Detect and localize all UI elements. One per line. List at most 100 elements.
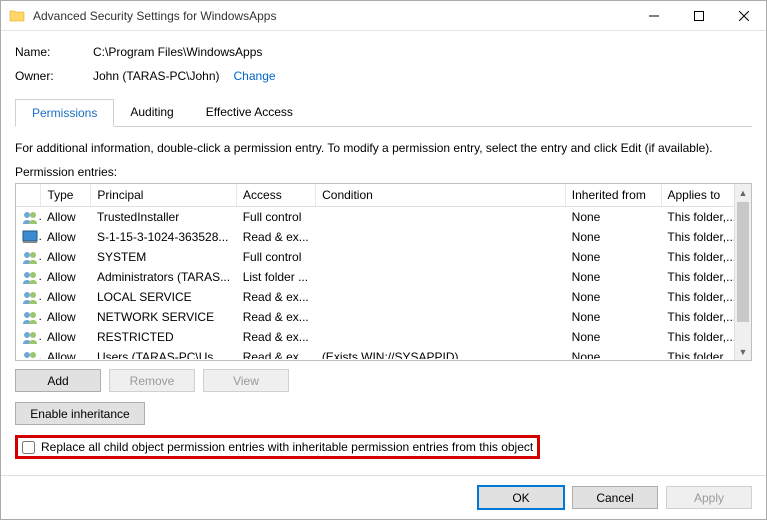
table-row[interactable]: AllowLOCAL SERVICERead & ex...NoneThis f… [16,287,751,307]
cell-inherited: None [566,247,662,267]
cell-type: Allow [41,347,91,359]
grid-header-row: Type Principal Access Condition Inherite… [16,184,751,207]
tab-effective-access[interactable]: Effective Access [190,99,309,126]
cell-condition [316,327,566,347]
dialog-footer: OK Cancel Apply [1,475,766,519]
table-row[interactable]: AllowUsers (TARAS-PC\Users)Read & ex...(… [16,347,751,359]
cancel-button[interactable]: Cancel [572,486,658,509]
cell-principal: Administrators (TARAS... [91,267,237,287]
cell-inherited: None [566,327,662,347]
cell-inherited: None [566,287,662,307]
cell-access: Full control [237,207,316,227]
change-owner-link[interactable]: Change [234,69,276,83]
cell-inherited: None [566,207,662,227]
col-condition-header[interactable]: Condition [316,184,566,207]
col-inherited-header[interactable]: Inherited from [565,184,661,207]
col-type-header[interactable]: Type [41,184,91,207]
cell-condition: (Exists WIN://SYSAPPID) [316,347,566,359]
cell-principal: SYSTEM [91,247,237,267]
window-title: Advanced Security Settings for WindowsAp… [33,9,631,23]
cell-access: Full control [237,247,316,267]
scroll-down-icon[interactable]: ▼ [735,343,751,360]
enable-inheritance-row: Enable inheritance [15,402,752,425]
col-principal-header[interactable]: Principal [91,184,237,207]
replace-entries-label[interactable]: Replace all child object permission entr… [41,440,533,454]
table-row[interactable]: AllowTrustedInstallerFull controlNoneThi… [16,207,751,227]
principal-group-icon [22,309,38,325]
table-row[interactable]: AllowRESTRICTEDRead & ex...NoneThis fold… [16,327,751,347]
scroll-up-icon[interactable]: ▲ [735,184,751,201]
permission-grid[interactable]: Type Principal Access Condition Inherite… [15,183,752,361]
name-row: Name: C:\Program Files\WindowsApps [15,45,752,59]
cell-type: Allow [41,227,91,247]
hint-text: For additional information, double-click… [15,141,752,155]
titlebar: Advanced Security Settings for WindowsAp… [1,1,766,31]
remove-button[interactable]: Remove [109,369,195,392]
add-button[interactable]: Add [15,369,101,392]
minimize-button[interactable] [631,1,676,30]
table-row[interactable]: AllowNETWORK SERVICERead & ex...NoneThis… [16,307,751,327]
cell-type: Allow [41,307,91,327]
cell-principal: TrustedInstaller [91,207,237,227]
table-row[interactable]: AllowAdministrators (TARAS...List folder… [16,267,751,287]
cell-access: Read & ex... [237,307,316,327]
entry-buttons-row: Add Remove View [15,369,752,392]
cell-condition [316,227,566,247]
name-value: C:\Program Files\WindowsApps [93,45,262,59]
owner-row: Owner: John (TARAS-PC\John) Change [15,69,752,83]
security-settings-window: Advanced Security Settings for WindowsAp… [0,0,767,520]
replace-entries-checkbox[interactable] [22,441,35,454]
cell-access: Read & ex... [237,347,316,359]
principal-group-icon [22,329,38,345]
cell-inherited: None [566,307,662,327]
principal-app-icon [22,229,38,245]
content-area: Name: C:\Program Files\WindowsApps Owner… [1,31,766,475]
principal-group-icon [22,249,38,265]
cell-type: Allow [41,207,91,227]
tab-auditing[interactable]: Auditing [114,99,189,126]
cell-type: Allow [41,247,91,267]
cell-type: Allow [41,287,91,307]
cell-principal: Users (TARAS-PC\Users) [91,347,237,359]
cell-principal: LOCAL SERVICE [91,287,237,307]
apply-button[interactable]: Apply [666,486,752,509]
cell-inherited: None [566,267,662,287]
cell-condition [316,247,566,267]
principal-group-icon [22,349,38,359]
cell-type: Allow [41,267,91,287]
scroll-thumb[interactable] [737,202,749,322]
cell-principal: S-1-15-3-1024-363528... [91,227,237,247]
tab-strip: Permissions Auditing Effective Access [15,99,752,127]
permission-entries-label: Permission entries: [15,165,752,179]
cell-condition [316,267,566,287]
ok-button[interactable]: OK [478,486,564,509]
cell-access: List folder ... [237,267,316,287]
cell-inherited: None [566,227,662,247]
table-row[interactable]: AllowSYSTEMFull controlNoneThis folder,.… [16,247,751,267]
view-button[interactable]: View [203,369,289,392]
col-access-header[interactable]: Access [237,184,316,207]
maximize-button[interactable] [676,1,721,30]
grid-scrollbar[interactable]: ▲ ▼ [734,184,751,360]
tab-permissions[interactable]: Permissions [15,99,114,127]
table-row[interactable]: AllowS-1-15-3-1024-363528...Read & ex...… [16,227,751,247]
cell-type: Allow [41,327,91,347]
owner-label: Owner: [15,69,93,83]
principal-group-icon [22,289,38,305]
cell-principal: RESTRICTED [91,327,237,347]
principal-group-icon [22,269,38,285]
cell-access: Read & ex... [237,227,316,247]
folder-security-icon [9,8,25,24]
replace-entries-region: Replace all child object permission entr… [15,435,540,459]
cell-access: Read & ex... [237,327,316,347]
cell-access: Read & ex... [237,287,316,307]
cell-condition [316,287,566,307]
enable-inheritance-button[interactable]: Enable inheritance [15,402,145,425]
principal-group-icon [22,209,38,225]
name-label: Name: [15,45,93,59]
cell-inherited: None [566,347,662,359]
col-icon-header[interactable] [16,184,41,207]
cell-condition [316,307,566,327]
owner-value: John (TARAS-PC\John) [93,69,220,83]
close-button[interactable] [721,1,766,30]
